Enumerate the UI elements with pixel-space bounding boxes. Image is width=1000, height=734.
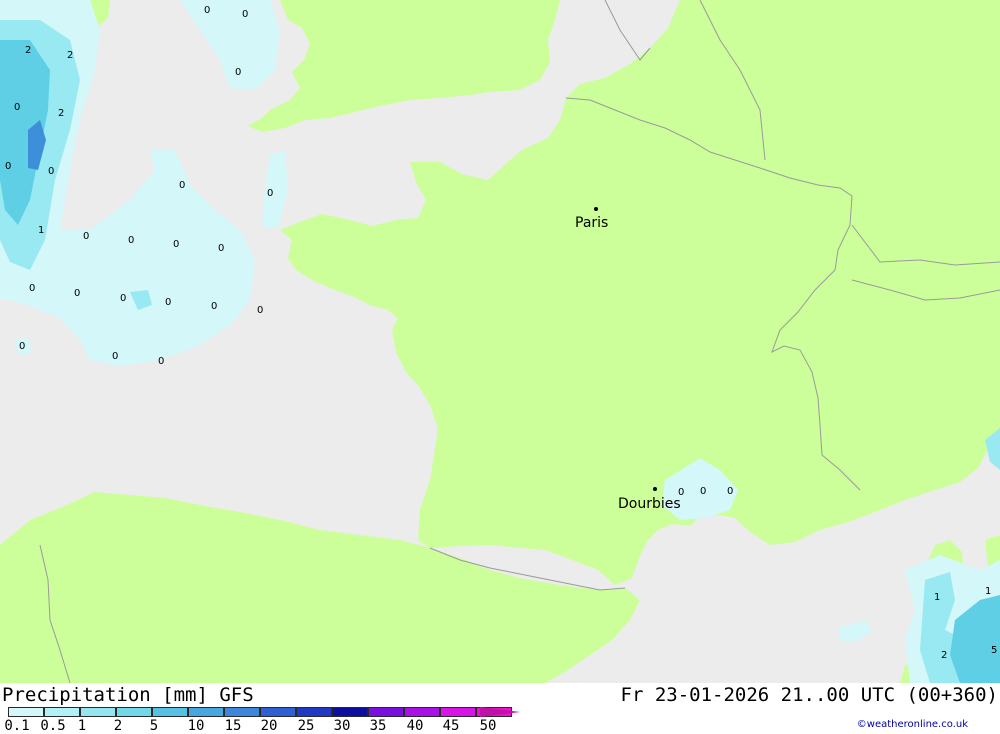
precip-value: 0 [242,9,248,20]
scale-swatch [116,707,152,717]
scale-swatch [80,707,116,717]
city-dot-dourbies [653,487,657,491]
scale-tick-label: 40 [406,718,424,734]
precip-value: 0 [218,243,224,254]
precip-value: 0 [74,288,80,299]
scale-swatch [224,707,260,717]
precip-value: 0 [700,486,706,497]
credit-link[interactable]: ©weatheronline.co.uk [857,719,968,730]
forecast-run-info: Fr 23-01-2026 21..00 UTC (00+360) [620,684,999,706]
scale-tick-label: 0.1 [4,718,30,734]
scale-tick-label: 2 [113,718,123,734]
scale-swatch [332,707,368,717]
precip-value: 2 [58,108,64,119]
precip-value: 2 [67,50,73,61]
scale-arrow [480,707,520,717]
precip-value: 0 [5,161,11,172]
precip-value: 1 [38,225,44,236]
precip-value: 0 [179,180,185,191]
scale-swatch [404,707,440,717]
map-footer: Precipitation [mm] GFS Fr 23-01-2026 21.… [0,683,1000,734]
precip-value: 5 [991,645,997,656]
precip-value: 0 [257,305,263,316]
scale-tick-label: 20 [260,718,278,734]
precip-value: 0 [165,297,171,308]
city-label-paris: Paris [575,215,608,231]
precipitation-map[interactable]: 0 0 0 2 2 0 2 0 0 0 0 1 0 0 0 0 0 0 0 0 … [0,0,1000,683]
map-title: Precipitation [mm] GFS [2,684,254,706]
precip-value: 0 [173,239,179,250]
precip-value: 0 [128,235,134,246]
scale-tick-label: 35 [369,718,387,734]
scale-tick-label: 30 [333,718,351,734]
precip-value: 0 [112,351,118,362]
city-dot-paris [594,207,598,211]
precip-value: 0 [235,67,241,78]
precip-value: 0 [48,166,54,177]
scale-swatch [440,707,476,717]
scale-swatch [188,707,224,717]
precip-value: 2 [25,45,31,56]
precip-value: 0 [83,231,89,242]
scale-tick-label: 25 [297,718,315,734]
scale-swatch [260,707,296,717]
precip-value: 0 [727,486,733,497]
scale-tick-label: 50 [479,718,497,734]
precip-value: 1 [934,592,940,603]
scale-tick-label: 0.5 [40,718,66,734]
scale-tick-label: 5 [149,718,159,734]
precip-value: 0 [158,356,164,367]
precip-value: 0 [204,5,210,16]
scale-tick-label: 1 [77,718,87,734]
precip-value: 0 [120,293,126,304]
scale-tick-label: 45 [442,718,460,734]
precip-value: 0 [29,283,35,294]
scale-swatch [152,707,188,717]
scale-swatch [296,707,332,717]
precip-value: 2 [941,650,947,661]
scale-tick-label: 15 [224,718,242,734]
scale-swatch [44,707,80,717]
scale-tick-label: 10 [187,718,205,734]
precip-value: 0 [267,188,273,199]
precip-value: 1 [985,586,991,597]
precip-value: 0 [19,341,25,352]
scale-swatch [368,707,404,717]
scale-swatch [8,707,44,717]
precip-value: 0 [211,301,217,312]
city-label-dourbies: Dourbies [618,496,681,512]
precip-value: 0 [14,102,20,113]
